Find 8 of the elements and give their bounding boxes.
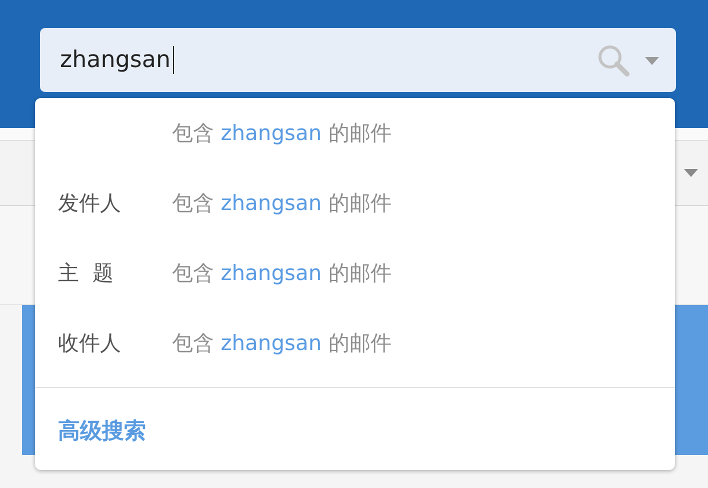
- caret-icon[interactable]: [645, 57, 659, 65]
- search-suggestion[interactable]: 发件人 包含 zhangsan 的邮件: [35, 168, 675, 238]
- search-suggestion[interactable]: 收件人 包含 zhangsan 的邮件: [35, 308, 675, 378]
- text-cursor: [172, 46, 174, 74]
- search-icon[interactable]: [596, 43, 630, 77]
- caret-icon[interactable]: [684, 169, 698, 177]
- search-suggestion[interactable]: 主 题 包含 zhangsan 的邮件: [35, 238, 675, 308]
- search-field[interactable]: zhangsan: [40, 28, 676, 92]
